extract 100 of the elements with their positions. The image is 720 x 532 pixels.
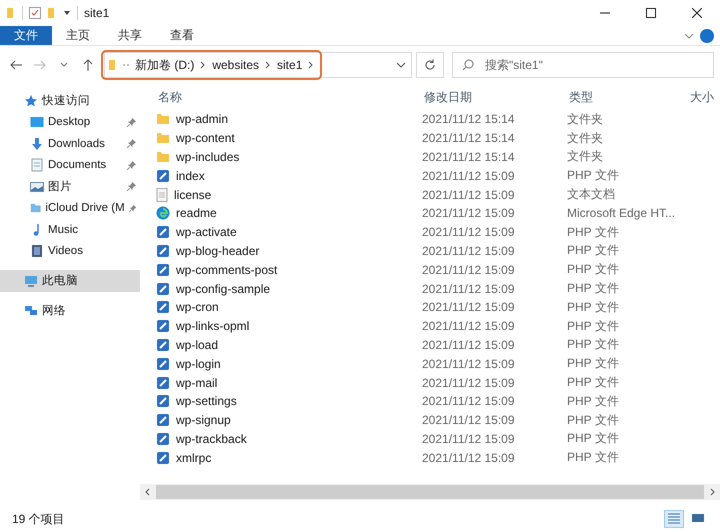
- type-cell-text: PHP 文件: [567, 374, 620, 392]
- code-file-icon: [156, 432, 170, 446]
- file-name[interactable]: wp-activate: [156, 222, 422, 242]
- sidebar-item[interactable]: Desktop: [0, 112, 140, 133]
- file-name[interactable]: wp-config-sample: [156, 279, 422, 298]
- sidebar-item[interactable]: 快速访问: [0, 90, 140, 112]
- file-name[interactable]: license: [156, 185, 422, 204]
- type-cell-text: PHP 文件: [567, 261, 620, 278]
- pin-icon: [127, 118, 136, 127]
- arrow-left-icon: [10, 60, 22, 70]
- type-cell-text: PHP 文件: [567, 224, 620, 241]
- chevron-down-icon: [60, 62, 68, 68]
- file-name[interactable]: readme: [156, 204, 422, 223]
- sidebar-item[interactable]: Music: [0, 219, 140, 240]
- file-name-text: wp-activate: [176, 225, 237, 240]
- code-file-icon: [156, 225, 170, 240]
- computer-icon: [24, 274, 38, 288]
- file-name-text: wp-load: [176, 338, 218, 352]
- file-name[interactable]: wp-cron: [156, 298, 422, 317]
- date-cell-text: 2021/11/12 15:09: [422, 412, 516, 430]
- sidebar-item[interactable]: 图片: [0, 176, 140, 198]
- sidebar-item[interactable]: Downloads: [0, 133, 140, 154]
- arrow-up-icon: [83, 59, 93, 71]
- file-name[interactable]: wp-login: [156, 354, 422, 374]
- folder-icon: [156, 132, 170, 144]
- sidebar-item[interactable]: iCloud Drive (M: [0, 198, 140, 219]
- file-name-text: wp-links-opml: [176, 319, 250, 334]
- ribbon-tab[interactable]: 主页: [52, 26, 104, 45]
- type-cell-text: PHP 文件: [567, 430, 620, 448]
- search-field[interactable]: 搜索"site1": [452, 52, 714, 78]
- file-name-text: wp-cron: [176, 300, 219, 314]
- column-header[interactable]: 修改日期: [422, 84, 567, 110]
- sidebar-item[interactable]: 网络: [0, 300, 140, 321]
- breadcrumb[interactable]: site1: [277, 58, 302, 72]
- chevron-right-icon[interactable]: [265, 61, 272, 69]
- details-view-button[interactable]: [664, 510, 684, 528]
- ribbon-tab[interactable]: 文件: [0, 26, 52, 45]
- film-icon: [30, 244, 44, 258]
- file-name[interactable]: wp-content: [156, 128, 422, 148]
- file-name[interactable]: wp-links-opml: [156, 316, 422, 336]
- horizontal-scrollbar[interactable]: [140, 484, 720, 500]
- file-name[interactable]: wp-load: [156, 336, 422, 354]
- type-cell-text: PHP 文件: [567, 412, 620, 429]
- date-cell-text: 2021/11/12 15:09: [422, 242, 516, 260]
- file-name-text: xmlrpc: [176, 450, 212, 465]
- browser-icon: [156, 206, 170, 220]
- file-name-text: readme: [176, 206, 217, 220]
- item-count: 19 个项目: [12, 510, 65, 528]
- folder-icon: [156, 150, 170, 163]
- sidebar-item[interactable]: Documents: [0, 154, 140, 176]
- code-file-icon: [156, 450, 170, 465]
- file-name[interactable]: wp-mail: [156, 373, 422, 392]
- thumbnail-icon: [691, 512, 705, 524]
- file-name-text: wp-content: [176, 131, 235, 146]
- download-icon: [30, 136, 44, 151]
- file-name[interactable]: wp-includes: [156, 148, 422, 166]
- help-button[interactable]: [700, 28, 714, 42]
- refresh-button[interactable]: [416, 52, 444, 78]
- code-file-icon: [156, 282, 170, 296]
- address-bar[interactable]: 新加卷 (D:) websites site1: [104, 52, 412, 78]
- close-icon: [692, 8, 702, 18]
- column-header[interactable]: 大小: [688, 84, 720, 110]
- file-name[interactable]: wp-signup: [156, 410, 422, 430]
- type-cell-text: PHP 文件: [567, 167, 620, 184]
- date-cell-text: 2021/11/12 15:14: [422, 148, 516, 166]
- chevron-right-icon[interactable]: [308, 61, 314, 69]
- column-header[interactable]: 类型: [567, 84, 688, 110]
- breadcrumb[interactable]: 新加卷 (D:): [135, 56, 194, 74]
- date-cell-text: 2021/11/12 15:09: [422, 186, 516, 204]
- code-file-icon: [156, 168, 170, 183]
- file-name[interactable]: wp-comments-post: [156, 260, 422, 280]
- date-cell-text: 2021/11/12 15:09: [422, 299, 516, 316]
- folder-icon: [6, 7, 16, 19]
- type-cell-text: PHP 文件: [567, 355, 620, 372]
- date-cell-text: 2021/11/12 15:09: [422, 356, 516, 373]
- file-name[interactable]: xmlrpc: [156, 448, 422, 468]
- ribbon-tab[interactable]: 查看: [156, 26, 208, 45]
- sidebar-item[interactable]: Videos: [0, 240, 140, 262]
- properties-icon[interactable]: [29, 7, 41, 19]
- file-name[interactable]: wp-blog-header: [156, 242, 422, 260]
- date-cell-text: 2021/11/12 15:09: [422, 318, 516, 336]
- sidebar-item[interactable]: 此电脑: [0, 270, 140, 292]
- file-name[interactable]: index: [156, 166, 422, 186]
- breadcrumb[interactable]: websites: [212, 58, 260, 72]
- type-cell-text: 文件夹: [567, 148, 604, 166]
- pin-icon: [127, 160, 136, 170]
- chevron-down-icon[interactable]: [684, 32, 694, 38]
- file-name[interactable]: wp-admin: [156, 110, 422, 129]
- column-header[interactable]: 名称: [156, 84, 422, 110]
- star-icon: [24, 94, 38, 108]
- date-cell-text: 2021/11/12 15:09: [422, 374, 516, 392]
- dropdown-icon[interactable]: [63, 9, 71, 17]
- file-name-text: wp-blog-header: [176, 244, 260, 258]
- ribbon-tab[interactable]: 共享: [104, 26, 156, 45]
- chevron-right-icon[interactable]: [200, 61, 206, 69]
- text-file-icon: [156, 188, 168, 202]
- code-file-icon: [156, 394, 170, 408]
- file-name[interactable]: wp-settings: [156, 392, 422, 411]
- file-name[interactable]: wp-trackback: [156, 430, 422, 448]
- desktop-icon: [30, 115, 44, 130]
